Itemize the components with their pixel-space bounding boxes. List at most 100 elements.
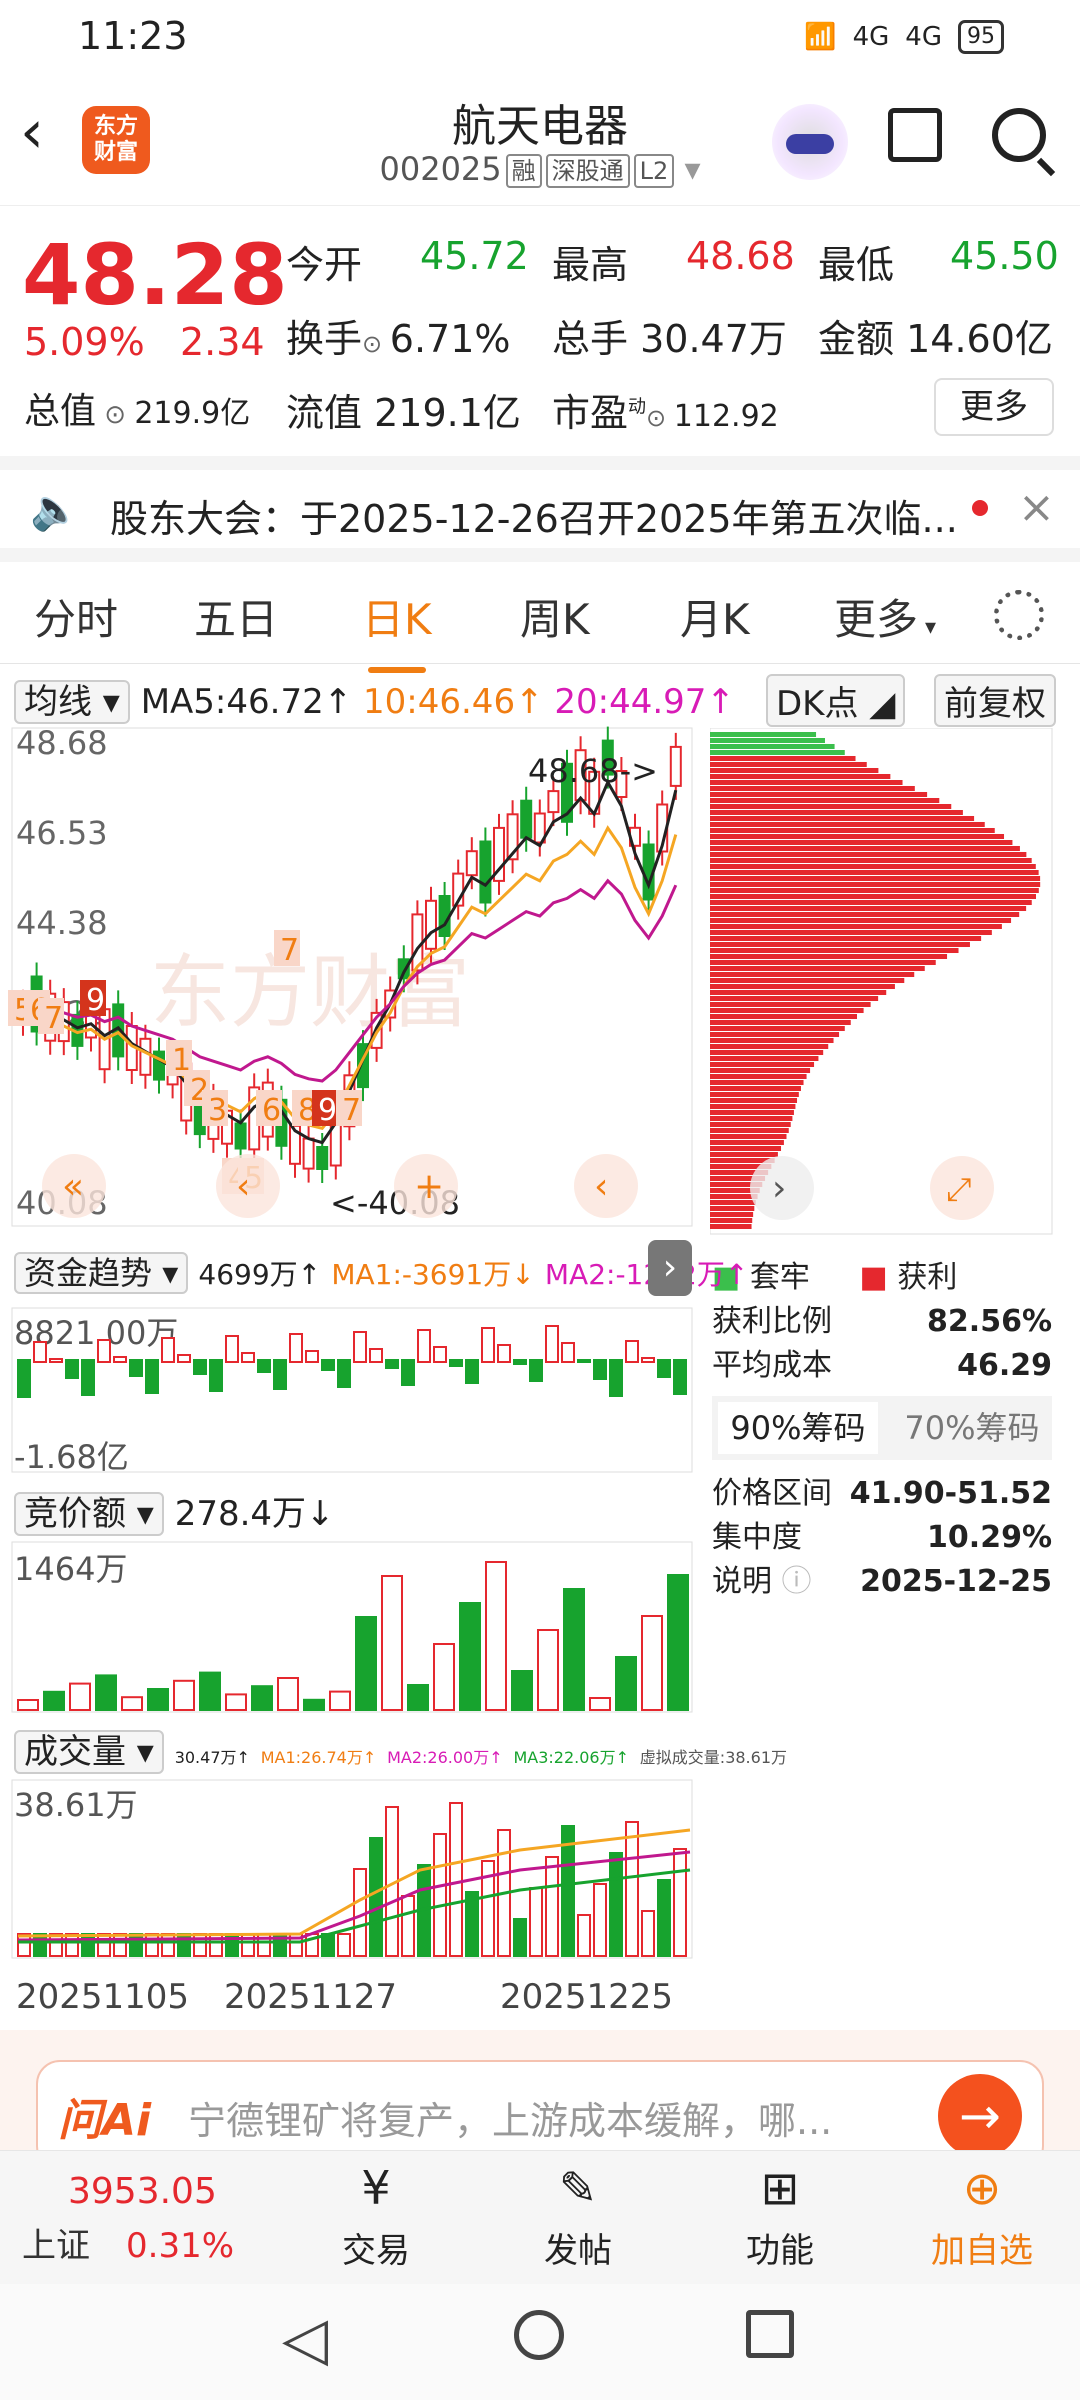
avg-cost-value: 46.29 <box>957 1348 1052 1383</box>
close-icon[interactable]: × <box>1018 482 1055 533</box>
home-icon[interactable] <box>514 2310 564 2360</box>
volume-bar <box>641 1910 655 1957</box>
ma-selector[interactable]: 均线 ▾ <box>14 680 130 724</box>
fund-bar <box>49 1358 63 1363</box>
chip-bar <box>710 1026 845 1031</box>
chip-bar <box>710 864 1036 869</box>
auction-bar <box>277 1677 299 1711</box>
chip-bar <box>710 792 928 797</box>
td-count: 7 <box>280 933 299 968</box>
tab-weekly-k[interactable]: 周K <box>520 586 590 647</box>
back-triangle-icon[interactable]: ◁ <box>282 2304 328 2374</box>
volume-header: 成交量 ▾ 30.47万↑ MA1:26.74万↑ MA2:26.00万↑ MA… <box>14 1724 787 1774</box>
fund-bar <box>33 1341 47 1363</box>
volume-bar <box>593 1883 607 1957</box>
ai-robot-icon[interactable] <box>772 104 848 180</box>
period-tabs: 分时 五日 日K 周K 月K 更多 ▾ <box>0 566 1080 673</box>
fund-selector[interactable]: 资金趋势 ▾ <box>14 1252 189 1294</box>
auction-bar <box>615 1656 637 1711</box>
nav-add-watchlist[interactable]: ⊕ 加自选 <box>912 2161 1052 2272</box>
tab-monthly-k[interactable]: 月K <box>680 586 750 647</box>
chip-bar <box>710 990 887 995</box>
chip-bar <box>710 1086 801 1091</box>
auction-bar <box>589 1697 611 1711</box>
candle-body <box>547 790 560 814</box>
fund-bar <box>289 1333 303 1363</box>
turnover-label: 换手 <box>286 317 363 361</box>
auction-bar <box>199 1671 221 1711</box>
arrow-right-icon[interactable]: → <box>938 2074 1022 2158</box>
chip-bar <box>710 732 817 737</box>
chip-bar <box>710 852 1027 857</box>
index-pct: 0.31% <box>126 2226 235 2266</box>
chip-bar <box>710 1068 811 1073</box>
notice-bar[interactable]: 🔈 股东大会：于2025-12-26召开2025年第五次临... × <box>0 456 1080 562</box>
tab-more[interactable]: 更多 ▾ <box>834 586 936 647</box>
chip-bar <box>710 1098 798 1103</box>
auction-bar <box>95 1674 117 1712</box>
auction-bar <box>563 1588 585 1711</box>
chip-bar <box>710 780 903 785</box>
volume-bar <box>65 1933 79 1957</box>
chip-bar <box>710 744 835 749</box>
tab-chips-90[interactable]: 90%筹码 <box>718 1402 878 1454</box>
index-ticker[interactable]: 3953.05 上证 0.31% <box>22 2171 272 2267</box>
y-axis-label: 48.68 <box>16 724 108 762</box>
gear-icon[interactable] <box>994 590 1044 640</box>
fund-bar <box>65 1359 79 1379</box>
dk-selector[interactable]: DK点 ◢ <box>766 674 906 727</box>
pe-value: 112.92 <box>673 399 779 434</box>
chip-bar <box>710 930 992 935</box>
volume-bar <box>97 1933 111 1957</box>
auction-value: 278.4万↓ <box>174 1494 335 1534</box>
fund-bottom-label: -1.68亿 <box>14 1438 129 1476</box>
tab-intraday[interactable]: 分时 <box>34 586 118 647</box>
fund-ma1: MA1:-3691万↓ <box>331 1258 535 1291</box>
volume-bar <box>113 1933 127 1957</box>
volume-selector[interactable]: 成交量 ▾ <box>14 1730 164 1774</box>
volume-bar <box>129 1933 143 1957</box>
adjust-selector[interactable]: 前复权 <box>934 674 1056 727</box>
fund-trend-header: 资金趋势 ▾ 4699万↑ MA1:-3691万↓ MA2:-1292万↑ <box>14 1248 748 1294</box>
search-icon[interactable] <box>992 108 1046 162</box>
y-axis-label: 46.53 <box>16 814 108 852</box>
fund-bar <box>353 1331 367 1363</box>
fund-bar <box>481 1327 495 1363</box>
nav-post[interactable]: ✎ 发帖 <box>508 2161 648 2272</box>
fund-bar <box>177 1354 191 1363</box>
chip-bar <box>710 1212 754 1217</box>
nav-function[interactable]: ⊞ 功能 <box>710 2161 850 2272</box>
expand-right-button[interactable]: › <box>648 1240 692 1296</box>
chart-nav-glyph: + <box>414 1166 444 1207</box>
amount-label: 金额 <box>818 317 895 361</box>
tab-chips-70[interactable]: 70%筹码 <box>892 1402 1052 1454</box>
range-value: 41.90-51.52 <box>849 1476 1052 1511</box>
auction-selector[interactable]: 竞价额 ▾ <box>14 1492 164 1536</box>
tab-5day[interactable]: 五日 <box>194 586 278 647</box>
signal-icon-2: 4G <box>905 22 942 52</box>
share-icon[interactable] <box>888 108 942 162</box>
chip-bar <box>710 996 879 1001</box>
chip-bar <box>710 888 1039 893</box>
date-label: 20251105 <box>16 1977 189 2017</box>
info-icon[interactable]: ⓘ <box>782 1564 812 1599</box>
candle-body <box>234 1122 247 1150</box>
more-button[interactable]: 更多 <box>934 378 1054 436</box>
chip-bar <box>710 1128 789 1133</box>
chip-bar <box>710 936 982 941</box>
auction-bar <box>121 1696 143 1712</box>
volume-bar <box>625 1821 639 1957</box>
chip-bar <box>710 762 867 767</box>
fund-bar <box>609 1359 623 1397</box>
auction-bar <box>329 1690 351 1711</box>
recents-icon[interactable] <box>746 2310 794 2358</box>
tab-daily-k[interactable]: 日K <box>362 586 432 673</box>
chip-bar <box>710 1032 840 1037</box>
chip-bar <box>710 1056 819 1061</box>
td-count: 6 <box>262 1093 281 1128</box>
quote-panel: 48.28 5.09% 2.34 总值 ⊙ 219.9亿 今开 45.72 最高… <box>22 226 1059 436</box>
candle-body <box>316 1146 329 1170</box>
auction-bar <box>511 1670 533 1711</box>
nav-trade[interactable]: ¥ 交易 <box>306 2161 446 2272</box>
kline-chart[interactable]: 48.6846.5344.3842.2840.08东方财富48.68-><-40… <box>0 720 700 2030</box>
